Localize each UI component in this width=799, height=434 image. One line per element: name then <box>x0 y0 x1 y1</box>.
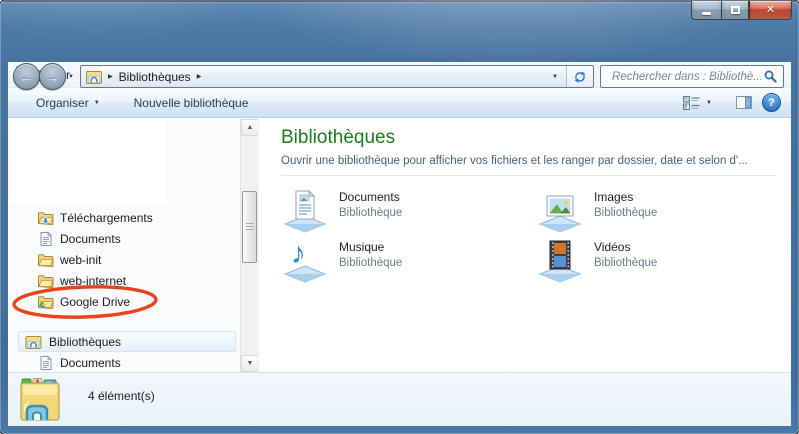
maximize-button[interactable] <box>721 1 749 20</box>
explorer-window: ✕ ← → ▼ ▶ Bibliothèques ▶ ▼ <box>0 0 799 434</box>
sidebar-scrollbar[interactable]: ▲ ▼ <box>240 119 258 372</box>
content-area: Téléchargements Documents web-ini <box>8 119 791 372</box>
scroll-up-icon: ▲ <box>247 124 254 131</box>
document-icon <box>37 231 54 247</box>
breadcrumb-arrow-icon[interactable]: ▶ <box>191 73 208 80</box>
breadcrumb-arrow-icon[interactable]: ▶ <box>102 73 119 80</box>
refresh-icon <box>573 70 587 84</box>
forward-icon: → <box>46 70 60 84</box>
breadcrumb-item-libraries[interactable]: Bibliothèques <box>119 70 191 84</box>
search-input[interactable] <box>610 70 764 84</box>
sidebar-item-telechargements[interactable]: Téléchargements <box>8 207 240 228</box>
divider <box>281 175 776 176</box>
files-pane: Bibliothèques Ouvrir une bibliothèque po… <box>258 119 791 372</box>
window-body: Fichier Edition Affichage Outils ? Organ… <box>8 62 791 426</box>
back-icon: ← <box>20 70 34 84</box>
libraries-icon <box>86 70 102 84</box>
help-icon: ? <box>768 97 775 109</box>
views-dropdown-icon[interactable]: ▼ <box>706 100 712 106</box>
scrollbar-thumb[interactable] <box>242 191 257 263</box>
preview-pane-icon[interactable] <box>736 96 752 109</box>
library-tile-images[interactable]: Images Bibliothèque <box>536 185 786 235</box>
videos-library-icon <box>536 235 584 283</box>
new-library-button[interactable]: Nouvelle bibliothèque <box>126 92 257 114</box>
sidebar-item-web-init[interactable]: web-init <box>8 249 240 270</box>
scrollbar-grip-icon <box>246 223 254 231</box>
sidebar-item-web-internet[interactable]: web-internet <box>8 270 240 291</box>
libraries-large-icon <box>17 376 65 424</box>
status-bar: 4 élément(s) <box>8 372 791 426</box>
libraries-icon <box>25 334 42 350</box>
command-toolbar: Organiser▼ Nouvelle bibliothèque ▼ <box>8 88 791 118</box>
address-dropdown-icon[interactable]: ▼ <box>544 74 566 80</box>
search-box <box>600 65 784 88</box>
library-tile-musique[interactable]: ♪ Musique Bibliothèque <box>281 235 531 285</box>
search-icon[interactable] <box>764 70 777 83</box>
address-bar[interactable]: ▶ Bibliothèques ▶ ▼ <box>80 65 594 88</box>
maximize-icon <box>731 6 740 14</box>
scroll-down-button[interactable]: ▼ <box>241 355 259 372</box>
organize-button[interactable]: Organiser▼ <box>28 92 108 114</box>
sidebar-item-documents-library[interactable]: Documents <box>8 352 240 372</box>
library-tile-documents[interactable]: Documents Bibliothèque <box>281 185 531 235</box>
scroll-up-button[interactable]: ▲ <box>241 119 259 136</box>
folder-icon <box>37 252 54 268</box>
views-icon[interactable] <box>683 96 700 110</box>
google-drive-folder-icon <box>37 294 54 310</box>
folder-icon <box>37 273 54 289</box>
minimize-button[interactable] <box>691 1 721 20</box>
toolbar-right-group: ▼ ? <box>683 93 781 112</box>
minimize-icon <box>702 12 711 15</box>
sidebar-item-documents[interactable]: Documents <box>8 228 240 249</box>
item-count: 4 élément(s) <box>88 389 155 403</box>
forward-button[interactable]: → <box>39 63 66 90</box>
back-button[interactable]: ← <box>13 63 40 90</box>
sidebar-item-google-drive[interactable]: Google Drive <box>8 291 240 312</box>
close-icon: ✕ <box>766 5 775 16</box>
help-button[interactable]: ? <box>762 93 781 112</box>
images-library-icon <box>536 185 584 233</box>
library-tile-videos[interactable]: Vidéos Bibliothèque <box>536 235 786 285</box>
blank-overlay <box>10 119 166 205</box>
sidebar-item-bibliotheques[interactable]: Bibliothèques <box>18 331 236 352</box>
close-button[interactable]: ✕ <box>749 1 792 20</box>
music-note-icon: ♪ <box>291 237 306 271</box>
document-icon <box>37 355 54 371</box>
download-folder-icon <box>37 210 54 226</box>
page-subtitle: Ouvrir une bibliothèque pour afficher vo… <box>281 155 748 167</box>
organize-dropdown-icon: ▼ <box>94 100 100 106</box>
scroll-down-icon: ▼ <box>247 360 254 367</box>
navigation-pane: Téléchargements Documents web-ini <box>8 119 240 372</box>
page-title: Bibliothèques <box>281 127 395 149</box>
documents-library-icon <box>281 185 329 233</box>
navigation-bar: ← → ▼ ▶ Bibliothèques ▶ ▼ <box>0 30 799 62</box>
window-controls: ✕ <box>691 1 792 20</box>
refresh-button[interactable] <box>567 66 593 87</box>
history-dropdown[interactable]: ▼ <box>68 74 74 80</box>
